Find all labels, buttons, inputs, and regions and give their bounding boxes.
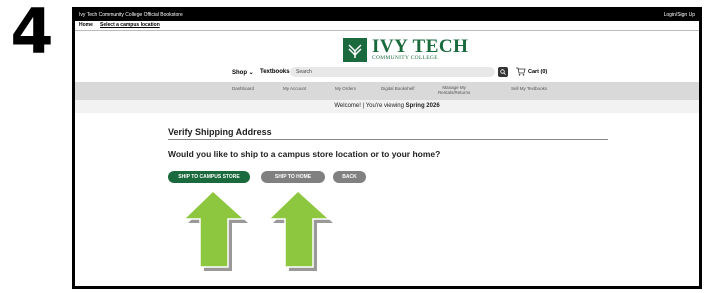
nav-dashboard[interactable]: Dashboard <box>232 86 254 91</box>
welcome-text: Welcome! | You're viewing <box>334 103 406 109</box>
cart-link[interactable]: Cart (0) <box>516 67 547 77</box>
ship-to-home-button[interactable]: SHIP TO HOME <box>261 171 325 183</box>
select-campus-link[interactable]: Select a campus location <box>100 21 160 30</box>
shop-menu[interactable]: Shop ⌄ <box>232 69 254 76</box>
nav-manage-rentals-line2: Rentals/Returns <box>438 90 471 95</box>
top-bar: Ivy Tech Community College Official Book… <box>75 10 699 21</box>
title-divider <box>168 139 608 140</box>
cart-label: Cart (0) <box>528 69 548 75</box>
current-term: Spring 2026 <box>405 103 440 109</box>
account-nav: Dashboard My Account My Orders Digital B… <box>75 82 699 100</box>
shop-bar: Shop ⌄ Textbooks Search Cart (0) <box>75 67 699 81</box>
nav-manage-rentals[interactable]: Manage My Rentals/Returns <box>438 85 470 95</box>
welcome-bar: Welcome! | You're viewing Spring 2026 <box>75 100 699 113</box>
shop-label: Shop <box>232 70 247 76</box>
shipping-question: Would you like to ship to a campus store… <box>168 149 441 159</box>
nav-my-account[interactable]: My Account <box>283 86 306 91</box>
cart-icon <box>516 67 526 76</box>
nav-digital-bookshelf[interactable]: Digital Bookshelf <box>381 86 415 91</box>
up-arrow-icon <box>182 191 248 271</box>
nav-my-orders[interactable]: My Orders <box>335 86 356 91</box>
page-title: Verify Shipping Address <box>168 127 272 137</box>
logo-mark-icon <box>343 38 367 62</box>
search-button[interactable] <box>498 67 508 77</box>
step-number: 4 <box>10 0 54 68</box>
back-button[interactable]: BACK <box>333 171 366 183</box>
textbooks-link[interactable]: Textbooks <box>260 69 290 75</box>
logo-subtitle: COMMUNITY COLLEGE <box>372 55 438 61</box>
login-link[interactable]: Login/Sign Up <box>664 10 695 21</box>
search-input[interactable]: Search <box>290 67 495 77</box>
ship-to-campus-store-button[interactable]: SHIP TO CAMPUS STORE <box>168 171 250 183</box>
up-arrow-icon <box>267 191 333 271</box>
home-link[interactable]: Home <box>79 21 93 30</box>
search-icon <box>500 69 506 75</box>
nav-sell-textbooks[interactable]: Sell My Textbooks <box>511 86 547 91</box>
store-name: Ivy Tech Community College Official Book… <box>79 12 183 18</box>
chevron-down-icon: ⌄ <box>248 70 254 76</box>
logo-name: IVY TECH <box>372 36 469 57</box>
browser-screenshot-frame: Ivy Tech Community College Official Book… <box>72 7 702 289</box>
location-bar: Home Select a campus location <box>75 21 699 31</box>
